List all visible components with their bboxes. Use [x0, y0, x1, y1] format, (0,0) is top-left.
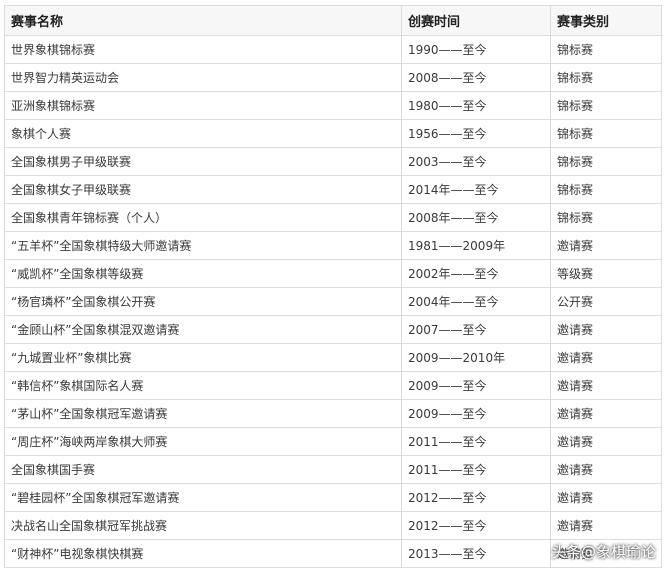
- start-time-cell: 2013——至今: [401, 539, 551, 568]
- event-name-cell: “杨官璘杯”全国象棋公开赛: [4, 287, 402, 316]
- event-name-cell: “五羊杯”全国象棋特级大师邀请赛: [4, 231, 402, 260]
- start-time-cell: 2011——至今: [401, 455, 551, 484]
- category-cell: 邀请赛: [550, 231, 662, 260]
- table-row: “韩信杯”象棋国际名人赛 2009——至今 邀请赛: [4, 371, 662, 400]
- start-time-cell: 2008——至今: [401, 63, 551, 92]
- event-name-cell: “茅山杯”全国象棋冠军邀请赛: [4, 399, 402, 428]
- start-time-cell: 2012——至今: [401, 511, 551, 540]
- category-cell: 邀请赛: [550, 343, 662, 372]
- header-event-category: 赛事类别: [550, 5, 662, 36]
- event-name-cell: “碧桂园杯”全国象棋冠军邀请赛: [4, 483, 402, 512]
- event-name-cell: 全国象棋国手赛: [4, 455, 402, 484]
- event-name-cell: “周庄杯”海峡两岸象棋大师赛: [4, 427, 402, 456]
- start-time-cell: 2009——至今: [401, 371, 551, 400]
- category-cell: 邀请赛: [550, 483, 662, 512]
- start-time-cell: 1981——2009年: [401, 231, 551, 260]
- table-row: “杨官璘杯”全国象棋公开赛 2004年——至今 公开赛: [4, 287, 662, 316]
- table-row: 全国象棋男子甲级联赛 2003——至今 锦标赛: [4, 147, 662, 176]
- event-name-cell: “九城置业杯”象棋比赛: [4, 343, 402, 372]
- table-row: “周庄杯”海峡两岸象棋大师赛 2011——至今 邀请赛: [4, 427, 662, 456]
- start-time-cell: 2014年——至今: [401, 175, 551, 204]
- table-row: “威凯杯”全国象棋等级赛 2002年——至今 等级赛: [4, 259, 662, 288]
- event-name-cell: 全国象棋男子甲级联赛: [4, 147, 402, 176]
- table-row: “碧桂园杯”全国象棋冠军邀请赛 2012——至今 邀请赛: [4, 483, 662, 512]
- start-time-cell: 2003——至今: [401, 147, 551, 176]
- category-cell: 邀请赛: [550, 427, 662, 456]
- table-row: 全国象棋青年锦标赛（个人） 2008年——至今 锦标赛: [4, 203, 662, 232]
- category-cell: 锦标赛: [550, 175, 662, 204]
- table-row: 世界象棋锦标赛 1990——至今 锦标赛: [4, 35, 662, 64]
- table-body: 世界象棋锦标赛 1990——至今 锦标赛 世界智力精英运动会 2008——至今 锦标赛 亚洲…: [4, 35, 662, 568]
- table-row: 全国象棋国手赛 2011——至今 邀请赛: [4, 455, 662, 484]
- start-time-cell: 1990——至今: [401, 35, 551, 64]
- start-time-cell: 1980——至今: [401, 91, 551, 120]
- start-time-cell: 2011——至今: [401, 427, 551, 456]
- start-time-cell: 2009——至今: [401, 399, 551, 428]
- category-cell: 公开赛: [550, 287, 662, 316]
- events-table: 赛事名称 创赛时间 赛事类别 世界象棋锦标赛 1990——至今 锦标赛 世界智力精英运…: [4, 5, 662, 568]
- category-cell: 邀请赛: [550, 455, 662, 484]
- header-event-name: 赛事名称: [4, 5, 402, 36]
- category-cell: 锦标赛: [550, 203, 662, 232]
- start-time-cell: 2007——至今: [401, 315, 551, 344]
- watermark: 头条@象棋瑜论: [550, 543, 656, 561]
- event-name-cell: 世界智力精英运动会: [4, 63, 402, 92]
- event-name-cell: “金顾山杯”全国象棋混双邀请赛: [4, 315, 402, 344]
- category-cell: 邀请赛: [550, 315, 662, 344]
- start-time-cell: 2002年——至今: [401, 259, 551, 288]
- start-time-cell: 1956——至今: [401, 119, 551, 148]
- event-name-cell: 亚洲象棋锦标赛: [4, 91, 402, 120]
- start-time-cell: 2008年——至今: [401, 203, 551, 232]
- table-row: 全国象棋女子甲级联赛 2014年——至今 锦标赛: [4, 175, 662, 204]
- category-cell: 锦标赛: [550, 119, 662, 148]
- start-time-cell: 2012——至今: [401, 483, 551, 512]
- table-header-row: 赛事名称 创赛时间 赛事类别: [4, 5, 662, 36]
- start-time-cell: 2009——2010年: [401, 343, 551, 372]
- table-row: “五羊杯”全国象棋特级大师邀请赛 1981——2009年 邀请赛: [4, 231, 662, 260]
- start-time-cell: 2004年——至今: [401, 287, 551, 316]
- event-name-cell: 决战名山全国象棋冠军挑战赛: [4, 511, 402, 540]
- table-row: 象棋个人赛 1956——至今 锦标赛: [4, 119, 662, 148]
- table-row: “金顾山杯”全国象棋混双邀请赛 2007——至今 邀请赛: [4, 315, 662, 344]
- table-row: “茅山杯”全国象棋冠军邀请赛 2009——至今 邀请赛: [4, 399, 662, 428]
- table-row: 世界智力精英运动会 2008——至今 锦标赛: [4, 63, 662, 92]
- table-row: 决战名山全国象棋冠军挑战赛 2012——至今 邀请赛: [4, 511, 662, 540]
- category-cell: 锦标赛: [550, 91, 662, 120]
- event-name-cell: 全国象棋女子甲级联赛: [4, 175, 402, 204]
- category-cell: 邀请赛: [550, 399, 662, 428]
- category-cell: 邀请赛: [550, 371, 662, 400]
- category-cell: 锦标赛: [550, 35, 662, 64]
- table-row: 亚洲象棋锦标赛 1980——至今 锦标赛: [4, 91, 662, 120]
- category-cell: 等级赛: [550, 259, 662, 288]
- category-cell: 锦标赛: [550, 147, 662, 176]
- event-name-cell: 象棋个人赛: [4, 119, 402, 148]
- category-cell: 锦标赛: [550, 63, 662, 92]
- table-row: “九城置业杯”象棋比赛 2009——2010年 邀请赛: [4, 343, 662, 372]
- event-name-cell: 世界象棋锦标赛: [4, 35, 402, 64]
- event-name-cell: “威凯杯”全国象棋等级赛: [4, 259, 402, 288]
- event-name-cell: “韩信杯”象棋国际名人赛: [4, 371, 402, 400]
- header-start-time: 创赛时间: [401, 5, 551, 36]
- event-name-cell: “财神杯”电视象棋快棋赛: [4, 539, 402, 568]
- category-cell: 邀请赛: [550, 511, 662, 540]
- event-name-cell: 全国象棋青年锦标赛（个人）: [4, 203, 402, 232]
